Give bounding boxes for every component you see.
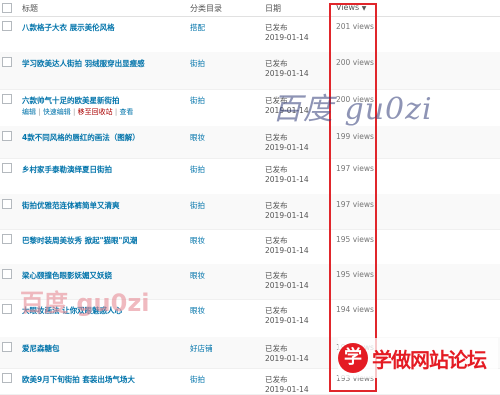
post-status: 已发布 xyxy=(265,375,288,384)
post-status: 已发布 xyxy=(265,344,288,353)
row-checkbox[interactable] xyxy=(2,21,12,31)
action-separator: | xyxy=(36,108,43,116)
post-category-link[interactable]: 街拍 xyxy=(190,58,205,69)
post-title-link[interactable]: 梁心颐撞色眼影妩媚又妖娆 xyxy=(22,270,112,281)
post-title-link[interactable]: 六款帅气十足的欧美星新街拍 xyxy=(22,95,120,106)
post-category-link[interactable]: 眼妆 xyxy=(190,305,205,316)
logo-mark: 学 xyxy=(338,343,368,373)
post-status: 已发布 xyxy=(265,201,288,210)
post-title-link[interactable]: 欧美9月下旬街拍 套装出场气场大 xyxy=(22,374,135,385)
table-row: 街拍优雅范连体裤简单又清爽 街拍 已发布 2019-01-14 197 views xyxy=(0,194,500,230)
post-date: 2019-01-14 xyxy=(265,143,309,152)
post-date: 2019-01-14 xyxy=(265,316,309,325)
edit-link[interactable]: 编辑 xyxy=(22,108,36,116)
table-row: 八款格子大衣 展示美伦风格 搭配 已发布 2019-01-14 201 views xyxy=(0,16,500,53)
post-status: 已发布 xyxy=(265,236,288,245)
post-status: 已发布 xyxy=(265,23,288,32)
table-row: 巴黎时装周美妆秀 掀起"猫眼"风潮 眼妆 已发布 2019-01-14 195 view… xyxy=(0,229,500,265)
post-date: 2019-01-14 xyxy=(265,246,309,255)
column-title-header[interactable]: 标题 xyxy=(22,3,38,14)
post-date: 2019-01-14 xyxy=(265,69,309,78)
post-category-link[interactable]: 好店铺 xyxy=(190,343,213,354)
post-category-link[interactable]: 眼妆 xyxy=(190,235,205,246)
post-category-link[interactable]: 街拍 xyxy=(190,200,205,211)
post-date: 2019-01-14 xyxy=(265,385,309,394)
row-checkbox[interactable] xyxy=(2,304,12,314)
post-title-link[interactable]: 乡村家手泰勒演绎夏日街拍 xyxy=(22,164,112,175)
post-category-link[interactable]: 眼妆 xyxy=(190,132,205,143)
row-checkbox[interactable] xyxy=(2,269,12,279)
trash-link[interactable]: 移至回收站 xyxy=(78,108,113,116)
table-row: 乡村家手泰勒演绎夏日街拍 街拍 已发布 2019-01-14 197 views xyxy=(0,158,500,195)
post-title-link[interactable]: 巴黎时装周美妆秀 掀起"猫眼"风潮 xyxy=(22,235,137,246)
post-category-link[interactable]: 眼妆 xyxy=(190,270,205,281)
post-title-link[interactable]: 街拍优雅范连体裤简单又清爽 xyxy=(22,200,120,211)
table-header: 标题 分类目录 日期 Views ▼ xyxy=(0,0,500,17)
row-checkbox[interactable] xyxy=(2,131,12,141)
post-status: 已发布 xyxy=(265,271,288,280)
watermark-bottom: 百度 gu0zi xyxy=(20,289,150,317)
row-checkbox[interactable] xyxy=(2,234,12,244)
quick-edit-link[interactable]: 快速编辑 xyxy=(43,108,71,116)
post-title-link[interactable]: 学习欧美达人街拍 羽绒服穿出显瘦感 xyxy=(22,58,145,69)
post-title-link[interactable]: 4款不同风格的唇红的画法（图解） xyxy=(22,132,140,143)
site-logo: 学 学做网站论坛 xyxy=(338,338,498,378)
row-checkbox[interactable] xyxy=(2,199,12,209)
action-separator: | xyxy=(70,108,78,116)
post-status: 已发布 xyxy=(265,133,288,142)
post-date: 2019-01-14 xyxy=(265,354,309,363)
view-link[interactable]: 查看 xyxy=(119,108,133,116)
row-checkbox[interactable] xyxy=(2,163,12,173)
column-date-header[interactable]: 日期 xyxy=(265,3,281,14)
select-all-checkbox[interactable] xyxy=(2,3,12,13)
post-status: 已发布 xyxy=(265,165,288,174)
column-category-header: 分类目录 xyxy=(190,4,222,13)
logo-text: 学做网站论坛 xyxy=(372,348,487,372)
row-checkbox[interactable] xyxy=(2,57,12,67)
post-title-link[interactable]: 八款格子大衣 展示美伦风格 xyxy=(22,22,115,33)
post-date: 2019-01-14 xyxy=(265,211,309,220)
row-checkbox[interactable] xyxy=(2,373,12,383)
post-category-link[interactable]: 街拍 xyxy=(190,164,205,175)
row-actions: 编辑 | 快速编辑 | 移至回收站 | 查看 xyxy=(22,107,133,117)
row-checkbox[interactable] xyxy=(2,94,12,104)
post-title-link[interactable]: 爱尼森糖包 xyxy=(22,343,60,354)
post-category-link[interactable]: 搭配 xyxy=(190,22,205,33)
row-checkbox[interactable] xyxy=(2,342,12,352)
watermark-top: 百度 gu0zi xyxy=(272,92,433,127)
post-category-link[interactable]: 街拍 xyxy=(190,95,205,106)
post-date: 2019-01-14 xyxy=(265,33,309,42)
views-column-highlight xyxy=(329,3,377,392)
post-category-link[interactable]: 街拍 xyxy=(190,374,205,385)
table-row: 4款不同风格的唇红的画法（图解） 眼妆 已发布 2019-01-14 199 views xyxy=(0,126,500,159)
post-status: 已发布 xyxy=(265,306,288,315)
post-status: 已发布 xyxy=(265,59,288,68)
post-date: 2019-01-14 xyxy=(265,281,309,290)
post-date: 2019-01-14 xyxy=(265,175,309,184)
